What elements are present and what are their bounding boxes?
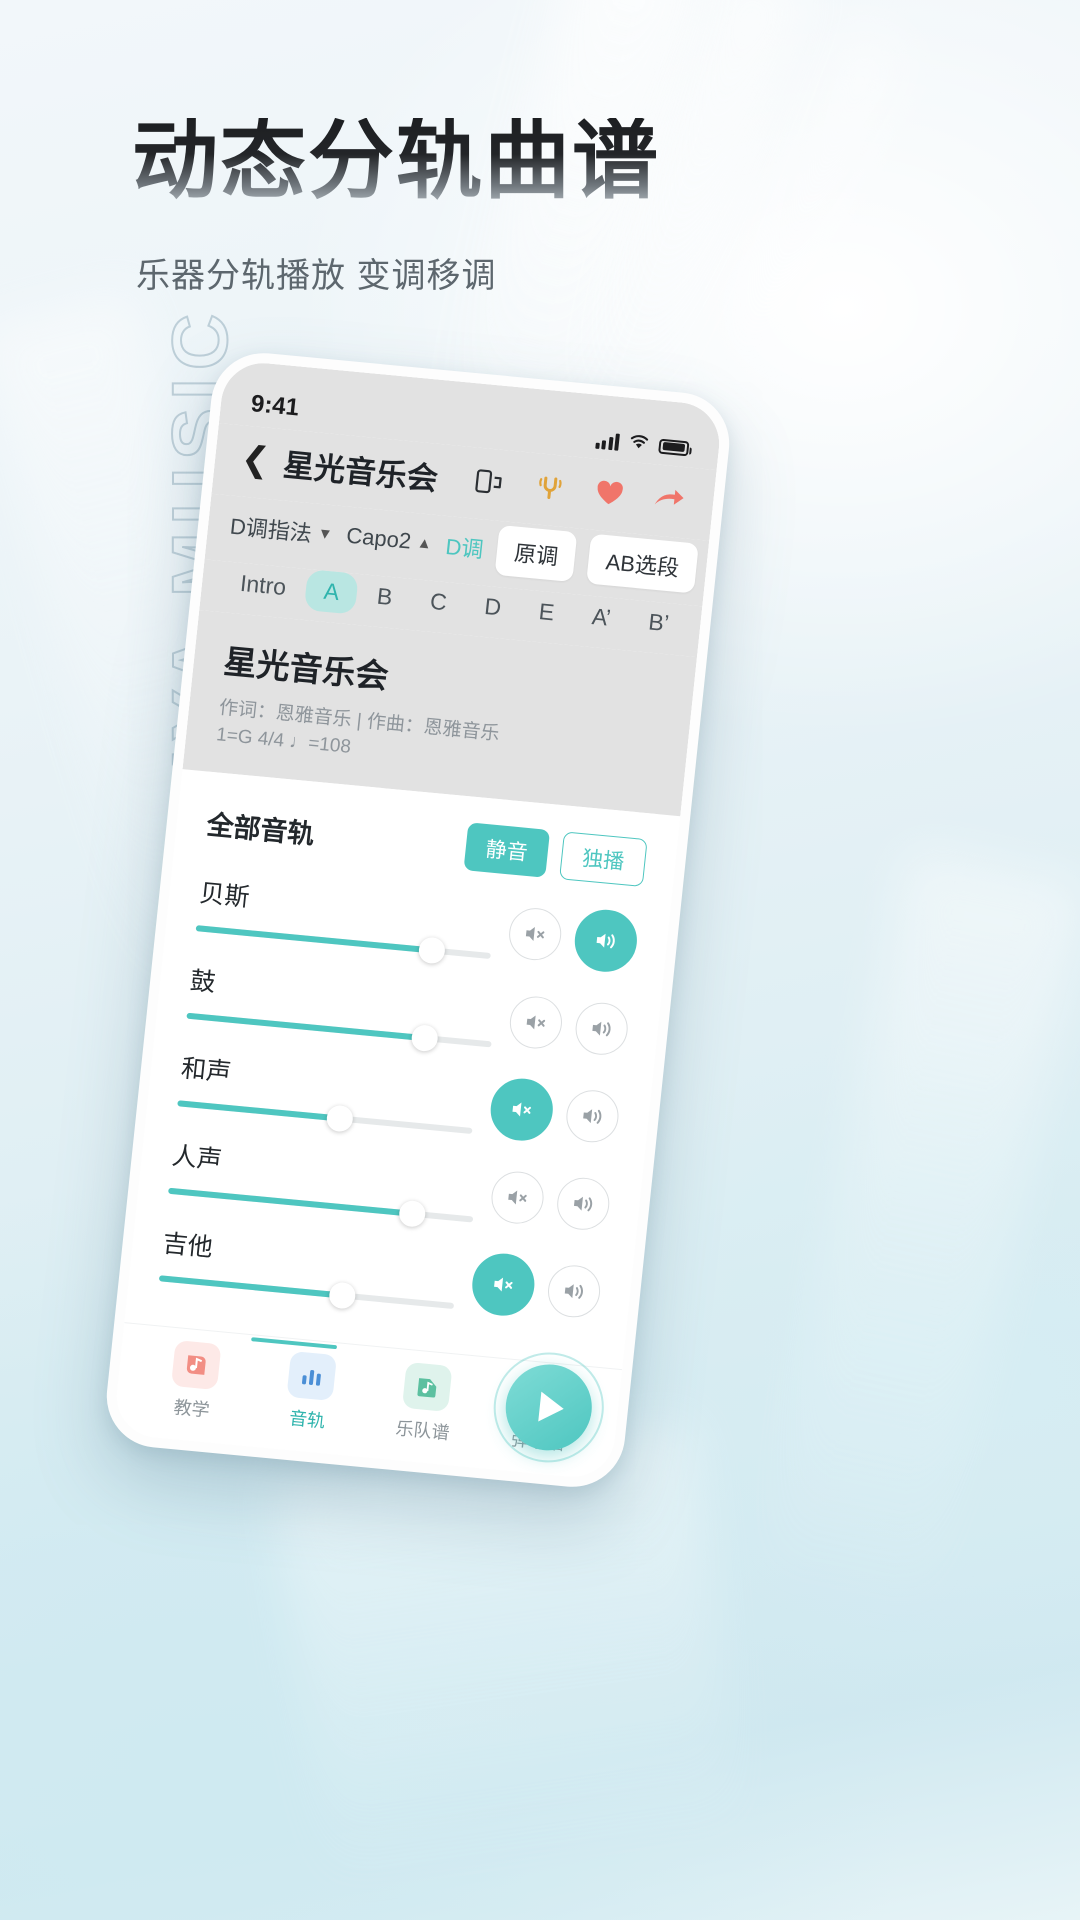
track-solo-button[interactable] <box>573 1000 631 1058</box>
original-key-button[interactable]: 原调 <box>494 524 578 583</box>
share-icon[interactable] <box>650 479 690 518</box>
track-solo-button[interactable] <box>563 1087 622 1145</box>
tracks-panel-title: 全部音轨 <box>205 809 316 850</box>
fingering-label: D调指法 <box>228 513 313 547</box>
phone-screen: 9:41 ❮ 星光音乐会 D调指法 ▼ Capo2 ▲ D调 原调 AB选段 I… <box>112 359 724 1481</box>
capo-label: Capo2 <box>345 522 413 554</box>
track-mute-button[interactable] <box>507 994 565 1051</box>
volume-slider-fill <box>195 925 433 954</box>
track-controls: 吉他 <box>158 1224 476 1311</box>
tab-label: 音轨 <box>288 1408 327 1432</box>
track-mute-button[interactable] <box>488 1169 547 1226</box>
volume-slider-knob[interactable] <box>410 1023 439 1053</box>
current-key-label: D调 <box>444 534 485 563</box>
track-solo-button[interactable] <box>554 1175 612 1233</box>
promo-headline: 动态分轨曲谱 <box>132 113 660 209</box>
ab-section-button[interactable]: AB选段 <box>586 533 699 594</box>
track-buttons <box>506 901 640 975</box>
tab-label: 乐队谱 <box>394 1418 451 1444</box>
bg-light-streak <box>752 849 1080 1631</box>
tracks-panel-header: 全部音轨 静音 独播 <box>205 798 648 888</box>
track-buttons <box>487 1075 622 1150</box>
tuning-fork-icon[interactable] <box>530 467 570 506</box>
page-title: 星光音乐会 <box>281 447 440 497</box>
track-list: 贝斯鼓和声人声吉他 <box>156 871 640 1352</box>
volume-slider-fill <box>177 1100 340 1122</box>
track-row: 和声 <box>177 1046 622 1149</box>
tracks-panel: 全部音轨 静音 独播 贝斯鼓和声人声吉他 <box>124 769 681 1370</box>
track-buttons <box>507 994 631 1058</box>
volume-slider-knob[interactable] <box>327 1281 357 1310</box>
track-name: 和声 <box>179 1054 233 1087</box>
track-mute-button[interactable] <box>469 1250 538 1319</box>
track-row: 贝斯 <box>195 871 640 975</box>
wifi-icon <box>627 432 651 456</box>
tab-teaching[interactable]: 教学 <box>133 1337 257 1426</box>
screen-rotate-icon[interactable] <box>470 462 510 501</box>
track-solo-button[interactable] <box>571 907 640 975</box>
track-name: 人声 <box>170 1141 224 1175</box>
section-tab-b-prime[interactable]: B’ <box>628 600 688 646</box>
status-time: 9:41 <box>249 390 301 422</box>
play-button[interactable] <box>501 1360 597 1455</box>
status-indicators <box>594 429 690 460</box>
mute-all-button[interactable]: 静音 <box>463 822 551 878</box>
capo-selector[interactable]: Capo2 ▲ <box>345 523 433 557</box>
section-tab-e[interactable]: E <box>519 589 574 635</box>
volume-slider-fill <box>168 1187 413 1217</box>
promo-subheadline: 乐器分轨播放 变调移调 <box>136 257 497 295</box>
track-controls: 和声 <box>177 1048 494 1135</box>
volume-slider-fill <box>158 1275 343 1299</box>
teaching-icon <box>170 1340 222 1391</box>
track-mute-button[interactable] <box>487 1075 556 1144</box>
track-buttons <box>488 1169 612 1233</box>
chevron-down-icon: ▼ <box>316 524 334 543</box>
section-tab-a-prime[interactable]: A’ <box>572 594 631 640</box>
volume-slider-knob[interactable] <box>325 1104 354 1133</box>
bg-light-streak <box>272 1422 748 1898</box>
band-score-icon <box>401 1361 453 1412</box>
tracks-panel-actions: 静音 独播 <box>463 822 648 888</box>
section-tab-d[interactable]: D <box>464 584 521 630</box>
section-tab-a[interactable]: A <box>303 569 360 615</box>
battery-icon <box>658 438 690 456</box>
section-tab-b[interactable]: B <box>357 574 412 620</box>
tab-label: 教学 <box>172 1397 211 1421</box>
track-controls: 人声 <box>168 1136 495 1228</box>
track-row: 吉他 <box>158 1222 604 1325</box>
tab-tracks[interactable]: 音轨 <box>248 1348 372 1437</box>
heart-icon[interactable] <box>590 473 630 512</box>
chevron-left-icon[interactable]: ❮ <box>239 439 271 479</box>
volume-slider-knob[interactable] <box>397 1199 427 1228</box>
track-controls: 鼓 <box>186 961 513 1053</box>
tab-band-score[interactable]: 乐队谱 <box>364 1359 488 1448</box>
section-tab-c[interactable]: C <box>410 579 467 625</box>
chevron-up-icon: ▲ <box>416 533 433 553</box>
fingering-selector[interactable]: D调指法 ▼ <box>229 509 335 550</box>
volume-slider-fill <box>186 1012 425 1042</box>
signal-bars-icon <box>594 431 620 451</box>
track-name: 吉他 <box>161 1229 215 1263</box>
track-name: 鼓 <box>188 966 217 998</box>
nav-actions <box>470 462 689 518</box>
solo-button[interactable]: 独播 <box>559 831 648 888</box>
tracks-icon <box>286 1350 338 1402</box>
track-row: 人声 <box>168 1136 612 1235</box>
volume-slider-knob[interactable] <box>417 936 446 965</box>
section-tab-intro[interactable]: Intro <box>220 561 306 609</box>
track-row: 鼓 <box>186 961 631 1060</box>
play-icon <box>538 1391 566 1424</box>
track-buttons <box>469 1250 603 1325</box>
track-controls: 贝斯 <box>195 873 513 965</box>
track-solo-button[interactable] <box>545 1263 603 1320</box>
track-mute-button[interactable] <box>506 905 564 963</box>
track-name: 贝斯 <box>198 879 251 912</box>
